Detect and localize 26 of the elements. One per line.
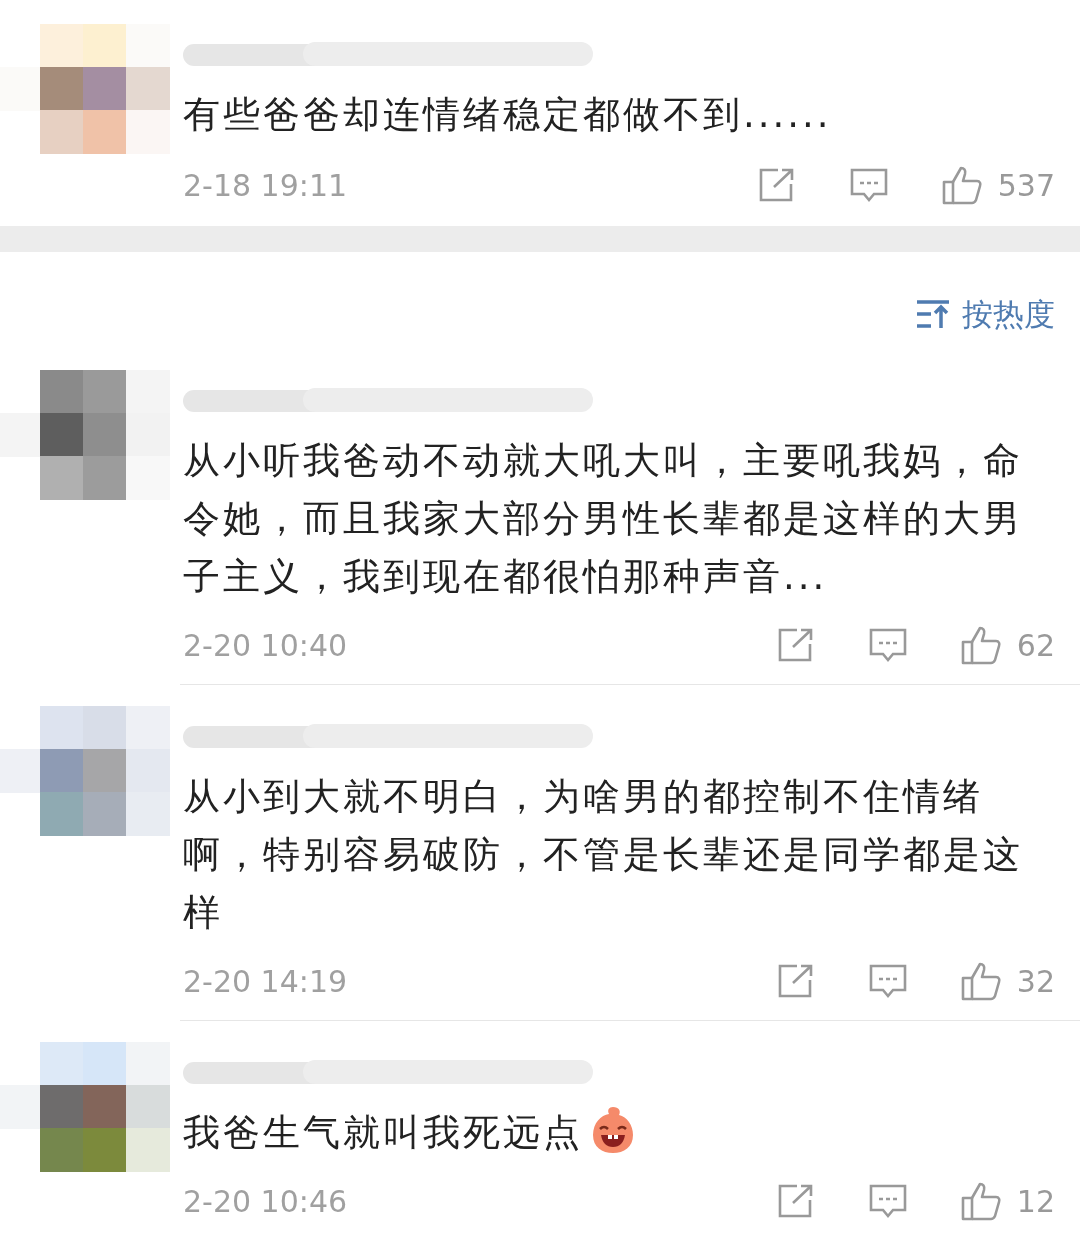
thumbs-up-icon[interactable] <box>960 1181 1003 1221</box>
like-count: 12 <box>1016 1183 1055 1219</box>
thumbs-up-icon[interactable] <box>941 165 984 205</box>
comment-icon[interactable] <box>868 627 907 663</box>
comment-text: 从小到大就不明白，为啥男的都控制不住情绪啊，特别容易破防，不管是长辈还是同学都是这样 <box>183 774 1024 936</box>
share-icon[interactable] <box>776 1183 815 1219</box>
share-icon[interactable] <box>776 963 815 999</box>
comment-time: 2-20 14:19 <box>183 963 349 999</box>
comment-time: 2-20 10:46 <box>183 1183 349 1219</box>
like-count: 32 <box>1016 963 1055 999</box>
comment-icon[interactable] <box>868 1183 907 1219</box>
comment-icon[interactable] <box>868 963 907 999</box>
share-icon[interactable] <box>776 627 815 663</box>
thumbs-up-icon[interactable] <box>960 961 1003 1001</box>
sort-icon <box>916 299 950 329</box>
comment-time: 2-20 10:40 <box>183 627 349 663</box>
like-count: 537 <box>997 167 1055 203</box>
comment-text: 有些爸爸却连情绪稳定都做不到...... <box>183 92 833 138</box>
comment-time: 2-18 19:11 <box>183 167 349 203</box>
comment-icon[interactable] <box>849 167 888 203</box>
comment-text: 从小听我爸动不动就大吼大叫，主要吼我妈，命令她，而且我家大部分男性长辈都是这样的大男子主义，我到现在都很怕那种声音... <box>183 438 1024 600</box>
comment-text: 我爸生气就叫我死远点 <box>183 1104 1080 1162</box>
thumbs-up-icon[interactable] <box>960 625 1003 665</box>
like-count: 62 <box>1016 627 1055 663</box>
sort-button[interactable]: 按热度 <box>916 296 1055 332</box>
share-icon[interactable] <box>757 167 796 203</box>
